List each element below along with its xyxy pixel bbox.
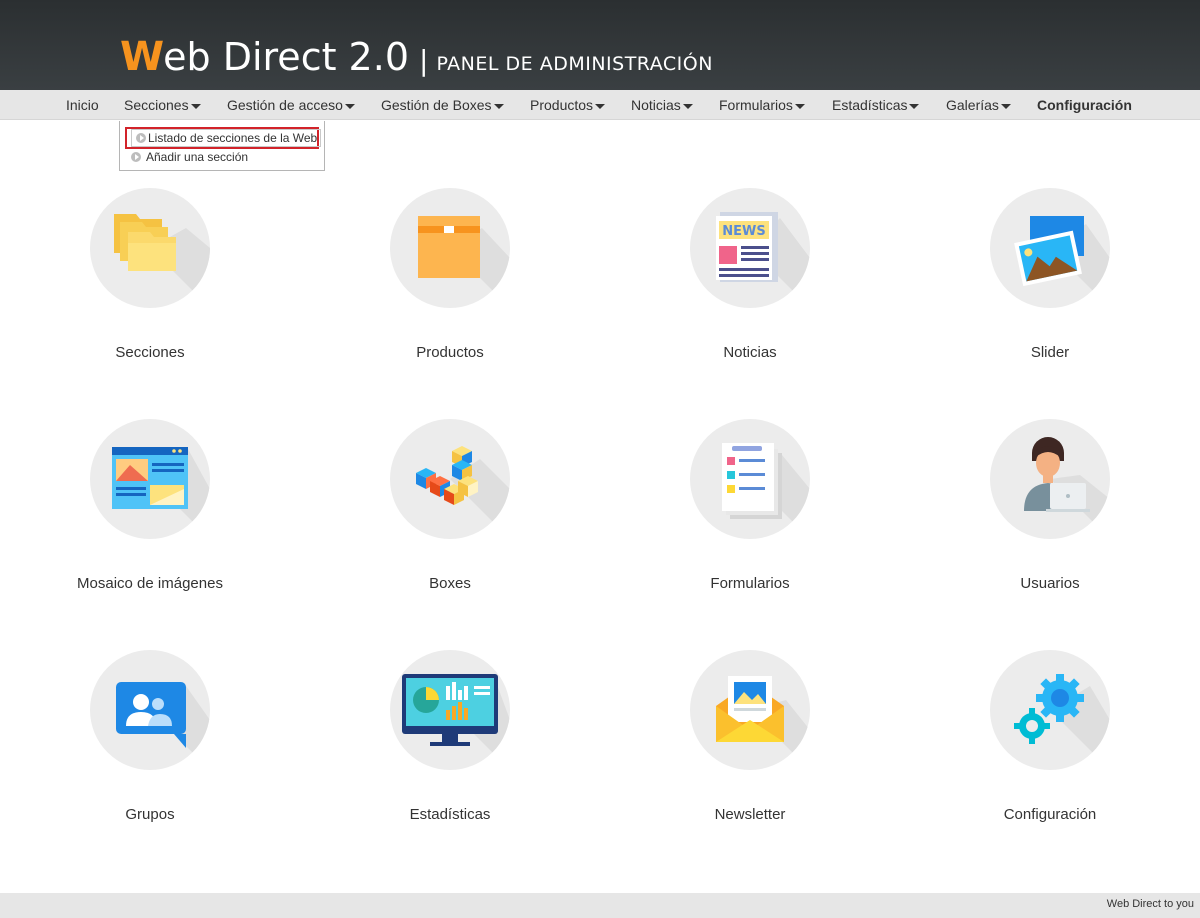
tile-noticias[interactable]: NEWS Noticias <box>600 120 900 361</box>
newspaper-icon: NEWS <box>690 188 810 308</box>
nav-gestion-boxes[interactable]: Gestión de Boxes <box>381 90 504 120</box>
gears-icon <box>990 650 1110 770</box>
caret-down-icon <box>344 103 355 109</box>
nav-secciones[interactable]: Secciones <box>124 90 201 120</box>
caret-down-icon <box>190 103 201 109</box>
nav-configuracion[interactable]: Configuración <box>1037 90 1132 120</box>
caret-down-icon <box>682 103 693 109</box>
tile-formularios[interactable]: Formularios <box>600 351 900 592</box>
caret-down-icon <box>909 103 920 109</box>
nav-label: Configuración <box>1037 97 1132 113</box>
dashboard-grid: Secciones Productos NEWS Noticias Slider… <box>0 120 1200 892</box>
user-laptop-icon <box>990 419 1110 539</box>
tile-label: Grupos <box>125 806 175 823</box>
footer: Web Direct to you <box>0 893 1200 918</box>
brand-subtitle: PANEL DE ADMINISTRACIÓN <box>436 53 713 75</box>
nav-label: Noticias <box>631 97 681 113</box>
box-icon <box>390 188 510 308</box>
nav-label: Secciones <box>124 97 189 113</box>
folders-icon <box>90 188 210 308</box>
nav-gestion-acceso[interactable]: Gestión de acceso <box>227 90 355 120</box>
nav-productos[interactable]: Productos <box>530 90 606 120</box>
nav-label: Galerías <box>946 97 999 113</box>
svg-text:NEWS: NEWS <box>722 224 765 239</box>
tile-label: Newsletter <box>714 806 786 823</box>
caret-down-icon <box>794 103 805 109</box>
nav-estadisticas[interactable]: Estadísticas <box>832 90 920 120</box>
stats-monitor-icon <box>390 650 510 770</box>
tile-productos[interactable]: Productos <box>300 120 600 361</box>
tile-mosaico-imagenes[interactable]: Mosaico de imágenes <box>0 351 300 592</box>
tile-grupos[interactable]: Grupos <box>0 582 300 823</box>
tile-configuracion[interactable]: Configuración <box>900 582 1200 823</box>
brand-separator: | <box>419 44 429 77</box>
brand-initial: W <box>120 34 164 80</box>
nav-label: Gestión de Boxes <box>381 97 492 113</box>
nav-galerias[interactable]: Galerías <box>946 90 1011 120</box>
photos-icon <box>990 188 1110 308</box>
main-nav: Inicio Secciones Gestión de acceso Gesti… <box>0 90 1200 120</box>
nav-label: Formularios <box>719 97 793 113</box>
image-mosaic-icon <box>90 419 210 539</box>
nav-label: Estadísticas <box>832 97 908 113</box>
tile-usuarios[interactable]: Usuarios <box>900 351 1200 592</box>
nav-noticias[interactable]: Noticias <box>631 90 693 120</box>
tile-newsletter[interactable]: Newsletter <box>600 582 900 823</box>
tile-estadisticas[interactable]: Estadísticas <box>300 582 600 823</box>
brand-logo[interactable]: W eb Direct 2.0 | PANEL DE ADMINISTRACIÓ… <box>120 34 713 80</box>
nav-label: Productos <box>530 97 594 113</box>
nav-label: Gestión de acceso <box>227 97 343 113</box>
nav-inicio[interactable]: Inicio <box>66 90 99 120</box>
brand-name: eb Direct 2.0 <box>163 35 409 79</box>
group-chat-icon <box>90 650 210 770</box>
tile-label: Estadísticas <box>409 806 491 823</box>
cubes-icon <box>390 419 510 539</box>
forms-icon <box>690 419 810 539</box>
app-header: W eb Direct 2.0 | PANEL DE ADMINISTRACIÓ… <box>0 0 1200 90</box>
envelope-icon <box>690 650 810 770</box>
caret-down-icon <box>493 103 504 109</box>
tile-secciones[interactable]: Secciones <box>0 120 300 361</box>
tile-boxes[interactable]: Boxes <box>300 351 600 592</box>
tile-label: Configuración <box>1003 806 1097 823</box>
caret-down-icon <box>1000 103 1011 109</box>
caret-down-icon <box>595 103 606 109</box>
nav-formularios[interactable]: Formularios <box>719 90 805 120</box>
footer-text: Web Direct to you <box>1106 898 1194 910</box>
tile-slider[interactable]: Slider <box>900 120 1200 361</box>
nav-label: Inicio <box>66 97 99 113</box>
